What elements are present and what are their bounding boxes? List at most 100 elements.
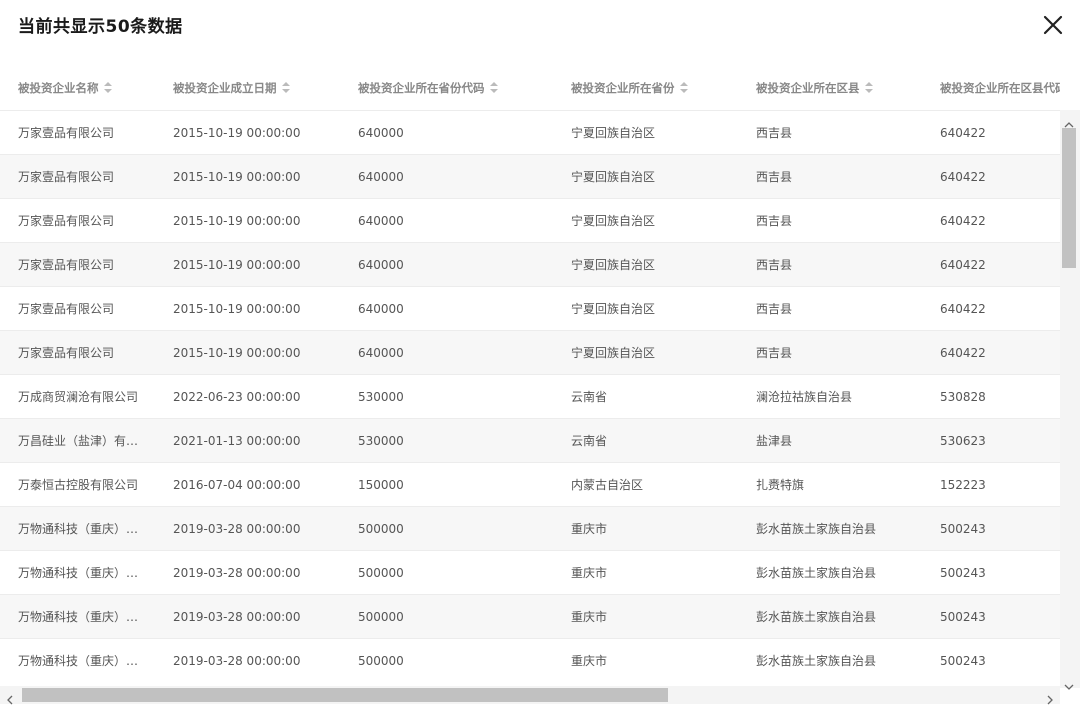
data-table-container: 被投资企业名称 被投资企业成立日期 被投资企业所在省份代码 被投资企业所在省份 … xyxy=(0,66,1060,682)
table-cell: 2019-03-28 00:00:00 xyxy=(155,506,340,551)
sort-icon[interactable] xyxy=(103,81,112,96)
vertical-scrollbar-thumb[interactable] xyxy=(1062,128,1076,268)
column-header[interactable]: 被投资企业成立日期 xyxy=(155,66,340,111)
table-cell: 640000 xyxy=(340,242,553,287)
table-cell: 640422 xyxy=(922,154,1060,199)
table-row[interactable]: 万成商贸澜沧有限公司 2022-06-23 00:00:00 530000 云南省 澜沧… xyxy=(0,374,1060,419)
table-cell: 500243 xyxy=(922,594,1060,639)
table-row[interactable]: 万家壹品有限公司 2015-10-19 00:00:00 640000 宁夏回族自治区… xyxy=(0,286,1060,331)
table-cell: 盐津县 xyxy=(738,418,922,463)
table-cell: 640422 xyxy=(922,242,1060,287)
close-icon[interactable] xyxy=(1040,12,1066,38)
column-header[interactable]: 被投资企业所在区县代码 xyxy=(922,66,1060,111)
table-cell: 彭水苗族土家族自治县 xyxy=(738,506,922,551)
table-cell: 重庆市 xyxy=(553,594,738,639)
scroll-up-icon[interactable] xyxy=(1064,114,1074,128)
table-cell: 万物通科技（重庆）… xyxy=(0,506,155,551)
table-cell: 西吉县 xyxy=(738,154,922,199)
table-cell: 重庆市 xyxy=(553,638,738,682)
table-cell: 500000 xyxy=(340,506,553,551)
column-header-label: 被投资企业所在区县 xyxy=(756,81,860,95)
table-cell: 2019-03-28 00:00:00 xyxy=(155,638,340,682)
table-row[interactable]: 万家壹品有限公司 2015-10-19 00:00:00 640000 宁夏回族自治区… xyxy=(0,154,1060,199)
table-cell: 2016-07-04 00:00:00 xyxy=(155,462,340,507)
table-cell: 640422 xyxy=(922,330,1060,375)
column-header[interactable]: 被投资企业所在省份代码 xyxy=(340,66,553,111)
table-header-row: 被投资企业名称 被投资企业成立日期 被投资企业所在省份代码 被投资企业所在省份 … xyxy=(0,66,1060,111)
table-cell: 万家壹品有限公司 xyxy=(0,286,155,331)
table-cell: 万家壹品有限公司 xyxy=(0,110,155,155)
table-cell: 640000 xyxy=(340,330,553,375)
table-cell: 640422 xyxy=(922,198,1060,243)
data-modal: 当前共显示50条数据 被投资企业名称 被投资企业成立日期 被投资企业所在省份代码… xyxy=(0,0,1080,712)
table-cell: 云南省 xyxy=(553,374,738,419)
table-cell: 内蒙古自治区 xyxy=(553,462,738,507)
table-cell: 万家壹品有限公司 xyxy=(0,242,155,287)
table-cell: 宁夏回族自治区 xyxy=(553,286,738,331)
table-cell: 2015-10-19 00:00:00 xyxy=(155,330,340,375)
table-row[interactable]: 万家壹品有限公司 2015-10-19 00:00:00 640000 宁夏回族自治区… xyxy=(0,110,1060,155)
table-row[interactable]: 万家壹品有限公司 2015-10-19 00:00:00 640000 宁夏回族自治区… xyxy=(0,242,1060,287)
table-row[interactable]: 万昌硅业（盐津）有… 2021-01-13 00:00:00 530000 云南省 盐津… xyxy=(0,418,1060,463)
table-row[interactable]: 万物通科技（重庆）… 2019-03-28 00:00:00 500000 重庆市 彭水… xyxy=(0,506,1060,551)
table-cell: 500000 xyxy=(340,638,553,682)
table-cell: 150000 xyxy=(340,462,553,507)
column-header[interactable]: 被投资企业所在省份 xyxy=(553,66,738,111)
sort-icon[interactable] xyxy=(489,81,498,96)
table-row[interactable]: 万家壹品有限公司 2015-10-19 00:00:00 640000 宁夏回族自治区… xyxy=(0,330,1060,375)
table-row[interactable]: 万物通科技（重庆）… 2019-03-28 00:00:00 500000 重庆市 彭水… xyxy=(0,550,1060,595)
table-cell: 530623 xyxy=(922,418,1060,463)
horizontal-scrollbar-thumb[interactable] xyxy=(22,688,668,702)
table-cell: 万物通科技（重庆）… xyxy=(0,550,155,595)
table-cell: 西吉县 xyxy=(738,110,922,155)
table-cell: 500243 xyxy=(922,550,1060,595)
table-row[interactable]: 万物通科技（重庆）… 2019-03-28 00:00:00 500000 重庆市 彭水… xyxy=(0,638,1060,682)
table-cell: 重庆市 xyxy=(553,550,738,595)
table-cell: 2022-06-23 00:00:00 xyxy=(155,374,340,419)
table-cell: 640000 xyxy=(340,110,553,155)
table-cell: 640000 xyxy=(340,198,553,243)
table-cell: 澜沧拉祜族自治县 xyxy=(738,374,922,419)
table-cell: 640422 xyxy=(922,286,1060,331)
sort-icon[interactable] xyxy=(281,81,290,96)
column-header-label: 被投资企业成立日期 xyxy=(173,81,277,95)
table-cell: 2019-03-28 00:00:00 xyxy=(155,594,340,639)
column-header[interactable]: 被投资企业所在区县 xyxy=(738,66,922,111)
table-cell: 2015-10-19 00:00:00 xyxy=(155,154,340,199)
table-cell: 扎赉特旗 xyxy=(738,462,922,507)
table-cell: 万家壹品有限公司 xyxy=(0,198,155,243)
column-header-label: 被投资企业所在省份 xyxy=(571,81,675,95)
data-table: 被投资企业名称 被投资企业成立日期 被投资企业所在省份代码 被投资企业所在省份 … xyxy=(0,66,1060,682)
table-cell: 西吉县 xyxy=(738,330,922,375)
table-cell: 530828 xyxy=(922,374,1060,419)
table-cell: 宁夏回族自治区 xyxy=(553,154,738,199)
column-header-label: 被投资企业所在区县代码 xyxy=(940,81,1060,95)
table-cell: 640000 xyxy=(340,154,553,199)
table-cell: 宁夏回族自治区 xyxy=(553,110,738,155)
table-cell: 万物通科技（重庆）… xyxy=(0,594,155,639)
table-cell: 西吉县 xyxy=(738,198,922,243)
table-cell: 宁夏回族自治区 xyxy=(553,198,738,243)
table-cell: 西吉县 xyxy=(738,286,922,331)
table-cell: 万成商贸澜沧有限公司 xyxy=(0,374,155,419)
column-header[interactable]: 被投资企业名称 xyxy=(0,66,155,111)
table-cell: 152223 xyxy=(922,462,1060,507)
table-cell: 2015-10-19 00:00:00 xyxy=(155,286,340,331)
sort-icon[interactable] xyxy=(864,81,873,96)
table-cell: 500000 xyxy=(340,550,553,595)
table-cell: 云南省 xyxy=(553,418,738,463)
table-cell: 640422 xyxy=(922,110,1060,155)
table-cell: 万家壹品有限公司 xyxy=(0,154,155,199)
table-row[interactable]: 万物通科技（重庆）… 2019-03-28 00:00:00 500000 重庆市 彭水… xyxy=(0,594,1060,639)
table-cell: 2015-10-19 00:00:00 xyxy=(155,242,340,287)
scroll-down-icon[interactable] xyxy=(1064,676,1074,690)
sort-icon[interactable] xyxy=(679,81,688,96)
scroll-right-icon[interactable] xyxy=(1046,690,1054,705)
column-header-label: 被投资企业所在省份代码 xyxy=(358,81,485,95)
table-cell: 万昌硅业（盐津）有… xyxy=(0,418,155,463)
table-row[interactable]: 万泰恒古控股有限公司 2016-07-04 00:00:00 150000 内蒙古自治… xyxy=(0,462,1060,507)
table-cell: 2015-10-19 00:00:00 xyxy=(155,110,340,155)
table-row[interactable]: 万家壹品有限公司 2015-10-19 00:00:00 640000 宁夏回族自治区… xyxy=(0,198,1060,243)
scroll-left-icon[interactable] xyxy=(6,690,14,705)
table-cell: 530000 xyxy=(340,374,553,419)
